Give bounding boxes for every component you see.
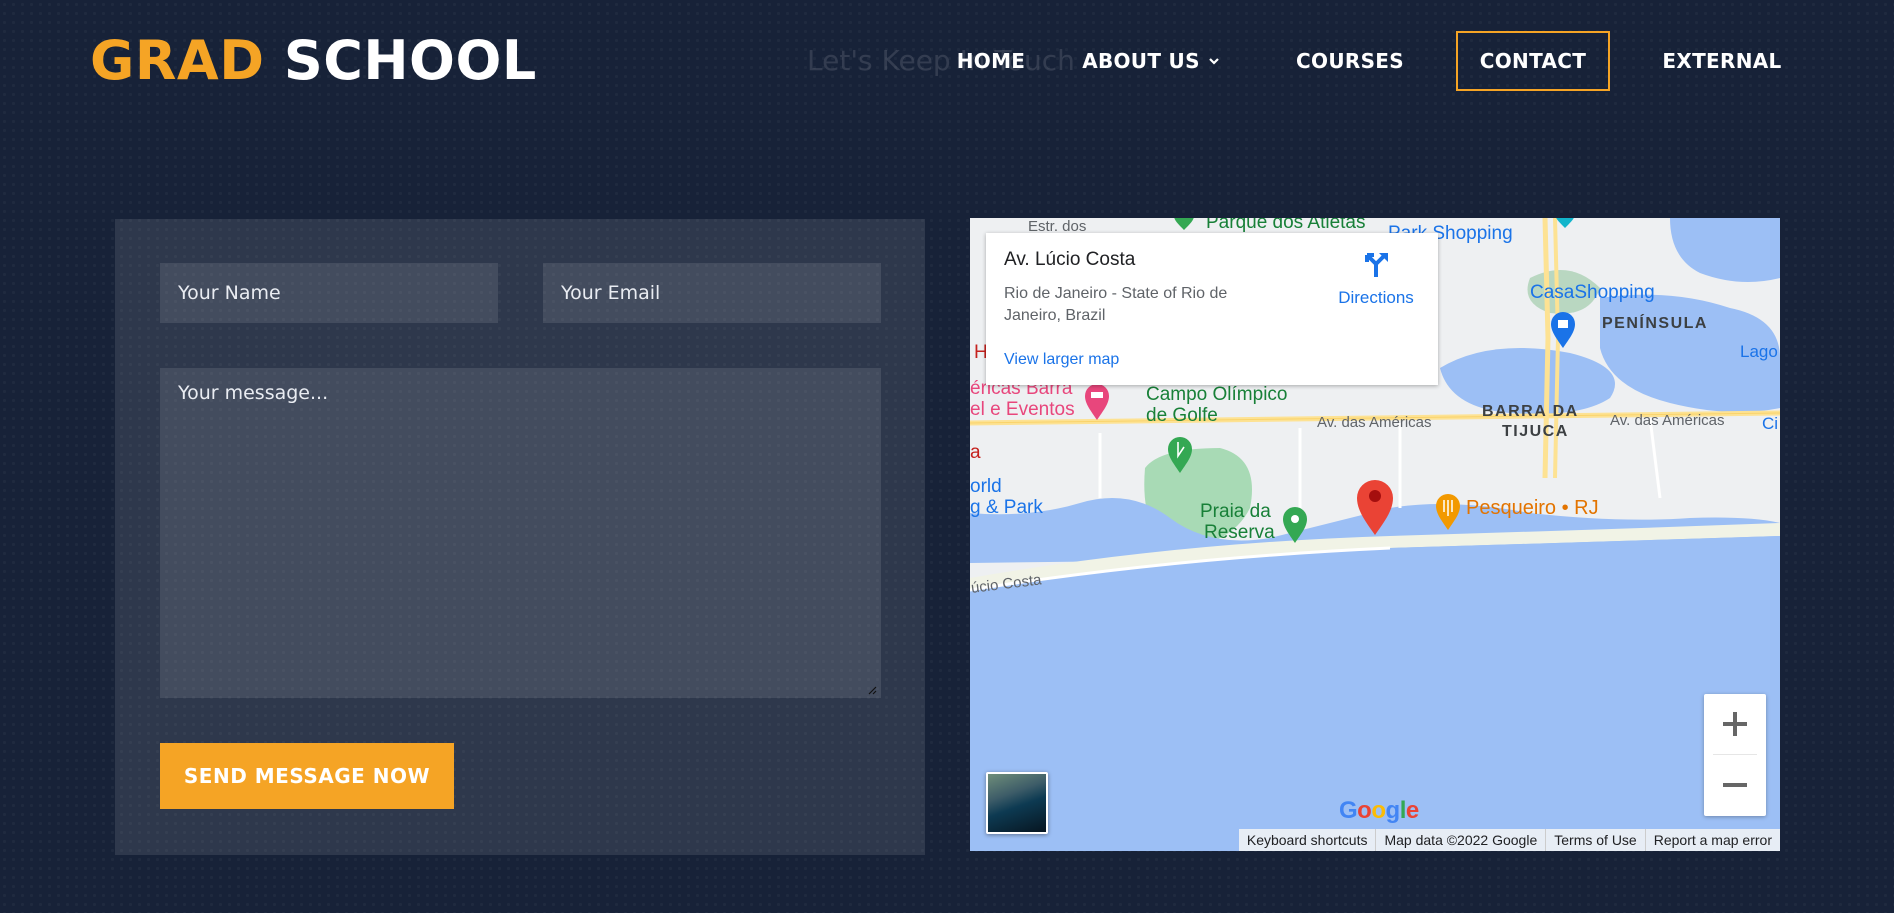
zoom-controls bbox=[1704, 694, 1766, 816]
map-label-americas-2: el e Eventos bbox=[970, 399, 1075, 420]
map-label-praia-2: Reserva bbox=[1204, 522, 1275, 543]
contact-form: SEND MESSAGE NOW bbox=[115, 219, 925, 855]
google-logo: Google bbox=[1339, 797, 1419, 824]
map-label-praia-1: Praia da bbox=[1200, 501, 1271, 522]
nav-about-label: ABOUT US bbox=[1082, 49, 1200, 73]
map-label-av-americas-1: Av. das Américas bbox=[1317, 414, 1432, 431]
nav-about-us[interactable]: ABOUT US bbox=[1080, 31, 1222, 91]
place-address: Rio de Janeiro - State of Rio de Janeiro… bbox=[1004, 285, 1228, 324]
place-info-card: Av. Lúcio Costa Rio de Janeiro - State o… bbox=[986, 233, 1438, 385]
resize-grip-icon[interactable] bbox=[867, 685, 877, 695]
keyboard-shortcuts-link[interactable]: Keyboard shortcuts bbox=[1239, 829, 1376, 851]
map-label-lagoa: Lago bbox=[1740, 342, 1778, 361]
nav-home[interactable]: HOME bbox=[936, 31, 1046, 91]
main-nav: HOME ABOUT US COURSES CONTACT EXTERNAL bbox=[0, 31, 1894, 91]
nav-contact[interactable]: CONTACT bbox=[1456, 31, 1610, 91]
zoom-in-icon bbox=[1723, 712, 1747, 736]
site-header: GRAD SCHOOL Let's Keep In Touch HOME ABO… bbox=[0, 0, 1894, 120]
email-field[interactable] bbox=[543, 263, 881, 323]
map-attribution: Keyboard shortcuts Map data ©2022 Google… bbox=[1238, 829, 1780, 851]
zoom-out-button[interactable] bbox=[1704, 755, 1766, 815]
map-label-casashopping: CasaShopping bbox=[1530, 282, 1655, 303]
directions-button[interactable]: Directions bbox=[1326, 249, 1426, 308]
map-label-parque: Parque dos Atletas bbox=[1206, 218, 1366, 233]
map-label-campo-2: de Golfe bbox=[1146, 405, 1218, 426]
map-data-text: Map data ©2022 Google bbox=[1375, 829, 1545, 851]
map-label-peninsula: PENÍNSULA bbox=[1602, 315, 1708, 332]
map-label-barra-2: TIJUCA bbox=[1502, 423, 1569, 440]
map-label-pesqueiro[interactable]: Pesqueiro • RJ bbox=[1466, 497, 1599, 520]
send-message-button[interactable]: SEND MESSAGE NOW bbox=[160, 743, 454, 809]
map-label-barra-1: BARRA DA bbox=[1482, 403, 1579, 420]
nav-courses[interactable]: COURSES bbox=[1290, 31, 1410, 91]
google-map[interactable]: Parque dos Atletas Park Shopping Estr. d… bbox=[970, 218, 1780, 851]
zoom-out-icon bbox=[1723, 783, 1747, 787]
map-label-ci: Ci bbox=[1762, 414, 1779, 433]
place-title: Av. Lúcio Costa bbox=[1004, 249, 1136, 270]
view-larger-map-link[interactable]: View larger map bbox=[1004, 351, 1119, 369]
directions-label: Directions bbox=[1338, 288, 1414, 307]
map-label-world-2: g & Park bbox=[970, 497, 1043, 518]
satellite-layer-toggle[interactable] bbox=[986, 772, 1048, 834]
terms-of-use-link[interactable]: Terms of Use bbox=[1545, 829, 1644, 851]
chevron-down-icon bbox=[1209, 58, 1219, 65]
map-label-av-americas-2: Av. das Américas bbox=[1610, 412, 1725, 429]
report-map-error-link[interactable]: Report a map error bbox=[1644, 829, 1780, 851]
map-label-campo-1: Campo Olímpico bbox=[1146, 384, 1288, 405]
name-field[interactable] bbox=[160, 263, 498, 323]
zoom-in-button[interactable] bbox=[1704, 694, 1766, 754]
map-label-world-1: orld bbox=[970, 476, 1002, 497]
directions-icon bbox=[1365, 253, 1388, 277]
map-label-a: a bbox=[970, 442, 981, 463]
nav-external[interactable]: EXTERNAL bbox=[1660, 31, 1784, 91]
message-field[interactable] bbox=[160, 368, 881, 698]
